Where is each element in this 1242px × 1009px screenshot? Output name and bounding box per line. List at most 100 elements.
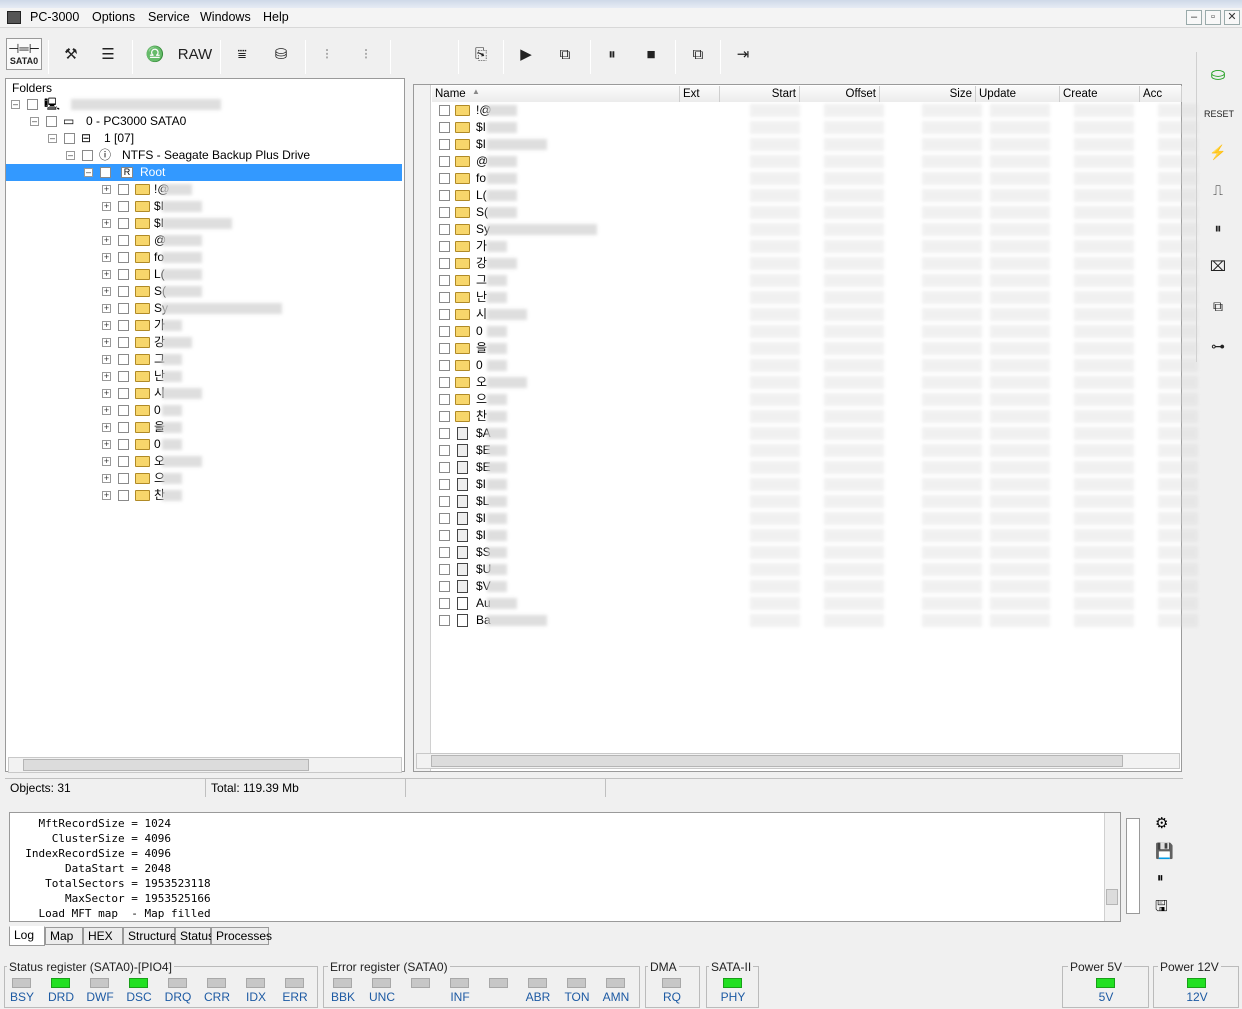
checkbox[interactable] [100,167,111,178]
checkbox[interactable] [118,354,129,365]
save-icon[interactable]: 💾 [1155,842,1174,860]
checkbox[interactable] [439,156,450,167]
checkbox[interactable] [118,388,129,399]
menu-windows[interactable]: Windows [200,10,251,24]
list-row[interactable]: Au [432,595,1198,612]
pause-log-icon[interactable]: ⏸ [1157,870,1164,886]
tree-collapse-icon[interactable]: ⁝ [350,40,382,70]
tree-item-volume[interactable]: – ⓘ NTFS - Seagate Backup Plus Drive [6,147,402,164]
column-header-size[interactable]: Size [880,86,976,102]
column-header-ext[interactable]: Ext [680,86,720,102]
checkbox[interactable] [118,320,129,331]
tree-item-folder[interactable]: +0 [6,436,402,453]
expand-toggle-icon[interactable]: + [102,406,111,415]
menu-service[interactable]: Service [148,10,190,24]
checkbox[interactable] [118,269,129,280]
checkbox[interactable] [439,207,450,218]
tree-hscroll[interactable] [8,757,402,773]
tab-hex[interactable]: HEX [83,927,123,945]
checkbox[interactable] [439,598,450,609]
reset-icon[interactable]: RESET [1204,100,1234,128]
settings-icon[interactable]: ⚙ [1155,814,1168,832]
expand-toggle-icon[interactable]: – [48,134,57,143]
checkbox[interactable] [439,445,450,456]
expand-toggle-icon[interactable]: + [102,423,111,432]
checkbox[interactable] [439,122,450,133]
expand-toggle-icon[interactable]: + [102,236,111,245]
column-header-offset[interactable]: Offset [800,86,880,102]
checkbox[interactable] [439,241,450,252]
list-row[interactable]: 시 [432,306,1198,323]
checkbox[interactable] [439,411,450,422]
scroll-thumb[interactable] [1106,889,1118,905]
list-row[interactable]: $I [432,136,1198,153]
checkbox[interactable] [439,615,450,626]
expand-toggle-icon[interactable]: + [102,457,111,466]
list-row[interactable]: $L [432,493,1198,510]
log-level-slider[interactable] [1126,818,1140,914]
list-row[interactable]: 을 [432,340,1198,357]
expand-toggle-icon[interactable]: – [84,168,93,177]
list-row[interactable]: $I [432,527,1198,544]
column-header-name[interactable]: Name [432,86,680,102]
checkbox[interactable] [439,513,450,524]
disk-icon[interactable]: ⛁ [265,40,297,70]
checkbox[interactable] [439,394,450,405]
tree-item-folder[interactable]: + 으 [6,470,402,487]
menu-options[interactable]: Options [92,10,135,24]
network-icon[interactable]: ⧉ [549,40,581,70]
checkbox[interactable] [439,581,450,592]
checkbox[interactable] [82,150,93,161]
checkbox[interactable] [439,309,450,320]
list-row[interactable]: S( [432,204,1198,221]
checkbox[interactable] [118,184,129,195]
tab-map[interactable]: Map [45,927,83,945]
checkbox[interactable] [439,173,450,184]
checkbox[interactable] [118,371,129,382]
menu-help[interactable]: Help [263,10,289,24]
list-row[interactable]: $U [432,561,1198,578]
save-as-icon[interactable]: 🖫 [1155,896,1168,921]
expand-toggle-icon[interactable]: + [102,185,111,194]
column-header-acc[interactable]: Acc [1140,86,1182,102]
tree-item-folder[interactable]: + 그 [6,351,402,368]
expand-toggle-icon[interactable]: – [11,100,20,109]
expand-toggle-icon[interactable]: + [102,321,111,330]
checkbox[interactable] [118,490,129,501]
export-icon[interactable]: ⎘ [465,40,497,70]
tree-item-folder[interactable]: + $I [6,215,402,232]
expand-toggle-icon[interactable]: + [102,304,111,313]
list-row[interactable]: fo [432,170,1198,187]
checkbox[interactable] [118,422,129,433]
checkbox[interactable] [118,303,129,314]
checkbox[interactable] [118,286,129,297]
stop-icon[interactable]: ■ [635,40,667,70]
checkbox[interactable] [118,337,129,348]
tree-item-folder[interactable]: + 찬 [6,487,402,504]
exit-icon[interactable]: ⇥ [727,40,759,70]
tab-log[interactable]: Log [9,926,45,946]
expand-toggle-icon[interactable]: + [102,372,111,381]
tree-item-folder[interactable]: +0 [6,402,402,419]
list-row[interactable]: @ [432,153,1198,170]
list-row[interactable]: $S [432,544,1198,561]
tab-processes[interactable]: Processes [211,927,272,945]
tree-item-device[interactable]: – ▭ 0 - PC3000 SATA0 [6,113,402,130]
tree-item-folder[interactable]: + 가 [6,317,402,334]
cable-icon[interactable]: ⊶ [1204,332,1232,360]
raw-button[interactable]: RAW [176,40,214,70]
checkbox[interactable] [439,258,450,269]
checkbox[interactable] [439,190,450,201]
minimize-button[interactable]: – [1186,10,1202,25]
expand-toggle-icon[interactable]: + [102,355,111,364]
drive-green-icon[interactable]: ⛀ [1204,60,1232,88]
checkbox[interactable] [439,326,450,337]
tree-item-root[interactable]: – Root [6,164,402,181]
pause-right-icon[interactable]: ⏸ [1204,214,1232,242]
list-row[interactable]: 난 [432,289,1198,306]
tab-structure[interactable]: Structure [123,927,177,945]
column-header-start[interactable]: Start [720,86,800,102]
pause-icon[interactable]: ⏸ [596,40,628,70]
column-header-update[interactable]: Update [976,86,1060,102]
list-row[interactable]: 오 [432,374,1198,391]
